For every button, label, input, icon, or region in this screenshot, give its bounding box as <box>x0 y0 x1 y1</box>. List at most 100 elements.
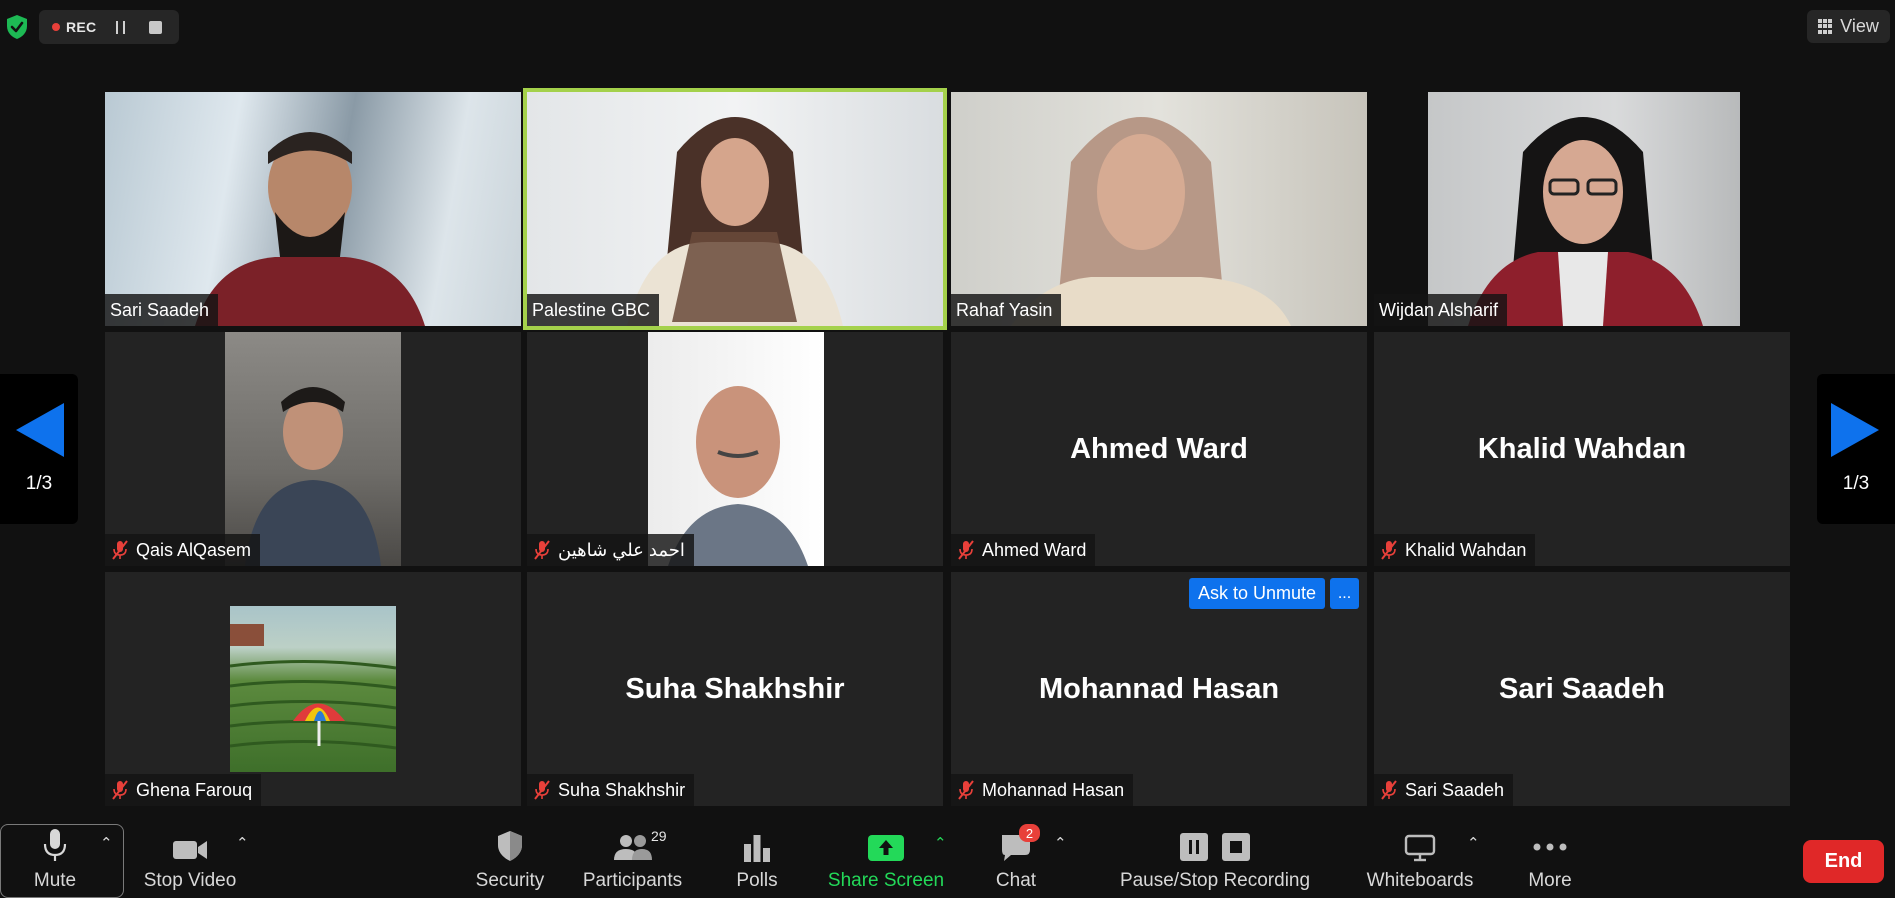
mic-muted-icon <box>958 780 974 800</box>
participant-name: Qais AlQasem <box>136 539 252 560</box>
participant-big-name: Khalid Wahdan <box>1477 432 1687 465</box>
rec-label: REC <box>66 19 97 35</box>
participant-tile[interactable]: Wijdan Alsharif <box>1374 92 1790 326</box>
participant-nameplate: Rahaf Yasin <box>951 294 1062 326</box>
participant-big-name: Sari Saadeh <box>1498 672 1666 705</box>
stop-video-label: Stop Video <box>143 870 237 891</box>
whiteboard-icon <box>1404 834 1436 862</box>
participant-tile[interactable]: Suha Shakhshir Suha Shakhshir <box>527 572 943 806</box>
participant-name: Sari Saadeh <box>110 299 210 320</box>
participant-name: Sari Saadeh <box>1405 779 1505 800</box>
polls-button[interactable]: Polls <box>722 818 792 898</box>
participant-big-name: Suha Shakhshir <box>625 672 845 705</box>
share-screen-button[interactable]: Share Screen <box>827 818 945 898</box>
participant-name: Palestine GBC <box>532 299 651 320</box>
mic-muted-icon <box>112 780 128 800</box>
participant-name: Rahaf Yasin <box>956 299 1053 320</box>
microphone-icon <box>43 829 67 861</box>
chat-label: Chat <box>995 870 1037 891</box>
participant-name: احمد علي شاهين <box>558 539 685 560</box>
participant-tile[interactable]: Rahaf Yasin <box>951 92 1367 326</box>
participant-big-name: Mohannad Hasan <box>1038 672 1280 705</box>
participant-tile[interactable]: احمد علي شاهين <box>527 332 943 566</box>
mic-muted-icon <box>958 540 974 560</box>
recording-indicator: REC <box>39 10 179 44</box>
stop-video-button[interactable]: Stop Video <box>140 818 240 898</box>
participant-big-name: Ahmed Ward <box>1070 432 1248 465</box>
security-button[interactable]: Security <box>470 818 550 898</box>
participant-nameplate: Ghena Farouq <box>105 774 262 806</box>
whiteboards-label: Whiteboards <box>1366 870 1474 891</box>
record-dot-icon <box>52 23 60 31</box>
participant-nameplate: Wijdan Alsharif <box>1374 294 1508 326</box>
participant-video <box>951 92 1367 326</box>
participant-video <box>1428 92 1740 326</box>
participant-tile[interactable]: Qais AlQasem <box>105 332 521 566</box>
mute-button[interactable]: Mute <box>0 818 110 898</box>
whiteboards-button[interactable]: Whiteboards <box>1362 818 1478 898</box>
stop-icon <box>1222 833 1250 861</box>
mute-label: Mute <box>33 870 77 891</box>
more-button[interactable]: More <box>1520 818 1580 898</box>
participant-name: Khalid Wahdan <box>1405 539 1527 560</box>
participant-tile[interactable]: Sari Saadeh Sari Saadeh <box>1374 572 1790 806</box>
participant-tile-active-speaker[interactable]: Palestine GBC <box>523 88 947 330</box>
shield-icon <box>498 831 522 861</box>
participant-nameplate: Suha Shakhshir <box>527 774 695 806</box>
audio-options-caret-icon[interactable]: ⌃ <box>100 834 113 852</box>
pause-stop-recording-label: Pause/Stop Recording <box>1119 870 1311 891</box>
profile-picture <box>230 606 396 772</box>
end-meeting-button[interactable]: End <box>1803 840 1884 883</box>
participants-icon <box>613 835 652 860</box>
whiteboards-options-caret-icon[interactable]: ⌃ <box>1467 834 1480 852</box>
more-dots-icon <box>1533 843 1567 851</box>
arrow-right-icon <box>1831 403 1879 457</box>
mic-muted-icon <box>534 540 550 560</box>
video-options-caret-icon[interactable]: ⌃ <box>236 834 249 852</box>
bar-chart-icon <box>744 835 770 862</box>
participant-name: Wijdan Alsharif <box>1379 299 1499 320</box>
chat-unread-badge: 2 <box>1019 824 1040 842</box>
pause-recording-icon[interactable] <box>116 20 126 34</box>
stop-recording-icon[interactable] <box>149 20 163 34</box>
participant-nameplate: Khalid Wahdan <box>1374 534 1536 566</box>
participants-label: Participants <box>582 870 683 891</box>
participant-tile[interactable]: Sari Saadeh <box>105 92 521 326</box>
share-screen-icon <box>868 835 904 861</box>
participant-tile[interactable]: Ahmed Ward Ahmed Ward <box>951 332 1367 566</box>
participant-name: Ahmed Ward <box>982 539 1087 560</box>
participant-nameplate: احمد علي شاهين <box>527 534 694 566</box>
participant-name: Suha Shakhshir <box>558 779 686 800</box>
share-screen-label: Share Screen <box>827 870 945 891</box>
participant-video <box>648 332 824 566</box>
shield-check-icon[interactable] <box>5 14 29 40</box>
next-page-button[interactable]: 1/3 <box>1817 374 1895 524</box>
participant-video <box>225 332 401 566</box>
chat-options-caret-icon[interactable]: ⌃ <box>1054 834 1067 852</box>
participant-name: Mohannad Hasan <box>982 779 1125 800</box>
arrow-left-icon <box>16 403 64 457</box>
grid-view-icon <box>1818 19 1833 34</box>
participant-video <box>105 92 521 326</box>
previous-page-button[interactable]: 1/3 <box>0 374 78 524</box>
participant-nameplate: Mohannad Hasan <box>951 774 1134 806</box>
participant-nameplate: Sari Saadeh <box>105 294 219 326</box>
view-button[interactable]: View <box>1807 10 1890 43</box>
more-label: More <box>1528 870 1572 891</box>
page-indicator-left: 1/3 <box>25 473 53 494</box>
meeting-toolbar: Mute ⌃ Stop Video ⌃ Security Participant… <box>0 818 1895 898</box>
participant-tile[interactable]: Ghena Farouq <box>105 572 521 806</box>
polls-label: Polls <box>736 870 778 891</box>
participant-tile[interactable]: Ask to Unmute ... Mohannad Hasan Mohanna… <box>951 572 1367 806</box>
pause-stop-recording-button[interactable]: Pause/Stop Recording <box>1119 818 1311 898</box>
view-label: View <box>1840 16 1879 36</box>
participant-nameplate: Qais AlQasem <box>105 534 261 566</box>
page-indicator-right: 1/3 <box>1842 473 1870 494</box>
security-label: Security <box>475 870 545 891</box>
participant-nameplate: Sari Saadeh <box>1374 774 1514 806</box>
mic-muted-icon <box>534 780 550 800</box>
share-screen-options-caret-icon[interactable]: ⌃ <box>934 834 947 852</box>
participant-tile[interactable]: Khalid Wahdan Khalid Wahdan <box>1374 332 1790 566</box>
participants-count: 29 <box>651 828 667 844</box>
mic-muted-icon <box>112 540 128 560</box>
